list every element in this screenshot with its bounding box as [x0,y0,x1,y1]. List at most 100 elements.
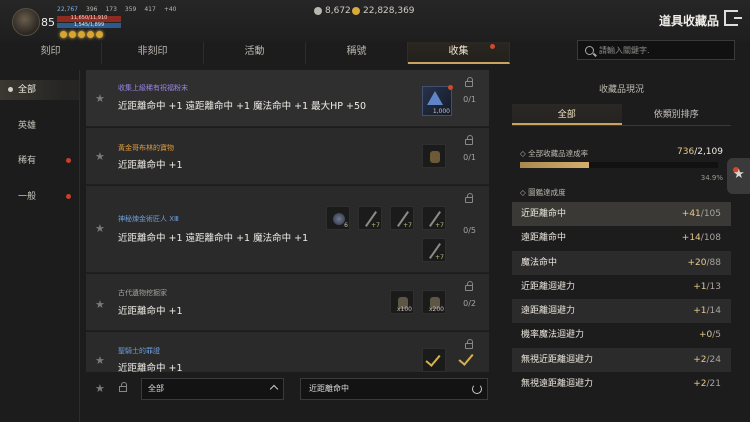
favorite-star-icon[interactable]: ★ [95,298,105,311]
buff-icon[interactable] [96,31,103,38]
tab-by-category[interactable]: 依類別排序 [622,104,732,125]
nav-label: 稀有 [18,156,37,166]
evidence-icon[interactable] [422,348,446,372]
section-label: ◇ 圖鑑達成度 [520,188,566,197]
tab-non-engraving[interactable]: 非刻印 [102,42,204,64]
collection-entry[interactable]: ★ 神秘煉金術匠人 XⅢ 近距離命中 +1 遠距離命中 +1 魔法命中 +1 6… [86,186,489,273]
entry-effect: 近距離命中 +1 [118,363,183,372]
stat-total: /108 [700,233,721,244]
lock-icon[interactable] [465,135,473,145]
weapon-icon[interactable]: +7 [422,206,446,230]
stat-total: /14 [706,306,721,317]
stat-gain: +2 [693,354,707,365]
goblin-treasure-icon[interactable] [422,144,446,168]
tab-engraving[interactable]: 刻印 [0,42,102,64]
achievement-progress-bar [520,162,718,168]
stat-line: 魔法命中 +20/88 [512,250,731,275]
favorite-star-icon[interactable]: ★ [95,222,105,235]
favorite-star-icon[interactable]: ★ [95,92,105,105]
achievement-percent: 34.9% [700,174,723,182]
section-label-text: 圖鑑達成度 [528,188,566,197]
relic-icon[interactable]: x200 [422,290,446,314]
dropdown-value: 全部 [148,384,164,393]
stat-value: +0/5 [699,323,721,347]
tab-label: 全部 [557,110,576,120]
entry-name: 聖騎士的罪證 [118,347,160,355]
tab-label: 非刻印 [137,46,168,57]
favorite-filter-star-icon[interactable]: ★ [95,382,105,395]
alchemy-orb-icon[interactable]: 6 [326,206,350,230]
collection-entry[interactable]: ★ 聖騎士的罪證 近距離命中 +1 [86,332,489,372]
buff-icon[interactable] [78,31,85,38]
achievement-label-text: 全部收藏品達成率 [528,149,589,158]
silver-coin-icon [314,7,322,15]
tab-all[interactable]: 全部 [512,104,622,125]
tab-title[interactable]: 稱號 [306,42,408,64]
lock-icon[interactable] [465,77,473,87]
lock-icon[interactable] [465,281,473,291]
lock-icon[interactable] [465,339,473,349]
mp-bar: 1,545/1,899 [57,22,121,28]
collection-entry[interactable]: ★ 古代遺物挖掘家 近距離命中 +1 x100 x200 0/2 [86,274,489,331]
rare-powder-icon[interactable]: 1,000 [422,85,453,116]
character-portrait[interactable] [12,8,40,36]
refresh-icon[interactable] [472,384,482,394]
tab-label: 稱號 [346,46,367,57]
collection-entry[interactable]: ★ 黃金哥布林的寶物 近距離命中 +1 0/1 [86,128,489,185]
collection-entry[interactable]: ★ 收集上級稀有祝福粉末 近距離命中 +1 遠距離命中 +1 魔法命中 +1 最… [86,70,489,127]
item-enchant: +7 [435,254,444,261]
top-bar: 85 22,767 396 173 359 417 +40 11,650/11,… [0,0,750,42]
tab-collection[interactable]: 收集 [408,42,510,64]
item-enchant: +7 [403,222,412,229]
tab-label: 收集 [448,46,469,57]
silver-amount: 8,672 [325,6,351,16]
stat-filter-field[interactable]: 近距離命中 [300,378,488,400]
grade-dropdown[interactable]: 全部 [141,378,284,400]
stat-value: 417 [144,6,156,13]
item-enchant: +7 [435,222,444,229]
stat-name: 遠距離迴避力 [521,306,576,317]
buff-icon[interactable] [69,31,76,38]
lock-icon[interactable] [465,193,473,203]
lock-filter-icon[interactable] [119,382,127,392]
stat-gain: +1 [693,306,707,317]
stat-value: +1/14 [693,299,721,323]
weapon-icon[interactable]: +7 [422,238,446,262]
favorites-side-tab[interactable]: ★ [727,158,750,194]
stat-value: 396 [86,6,98,13]
entry-name: 收集上級稀有祝福粉末 [118,84,188,92]
stat-name: 近距離迴避力 [521,281,576,292]
relic-icon[interactable]: x100 [390,290,414,314]
character-level: 85 [41,16,55,29]
stat-gain: +14 [681,233,701,244]
weapon-icon[interactable]: +7 [358,206,382,230]
tab-event[interactable]: 活動 [204,42,306,64]
search-box [577,40,735,60]
collection-list: ★ 收集上級稀有祝福粉末 近距離命中 +1 遠距離命中 +1 魔法命中 +1 最… [86,70,489,372]
favorite-star-icon[interactable]: ★ [95,354,105,367]
buff-icon[interactable] [60,31,67,38]
stat-value: 173 [105,6,117,13]
star-icon: ★ [733,167,745,182]
exit-icon[interactable] [724,10,742,26]
item-quantity: 1,000 [432,108,450,115]
achievement-value: 736/2,109 [677,147,723,157]
search-input[interactable] [599,45,729,55]
favorite-star-icon[interactable]: ★ [95,150,105,163]
nav-item-common[interactable]: 一般 [0,187,79,207]
nav-item-all[interactable]: 全部 [0,80,79,100]
window-title: 道具收藏品 [659,14,720,28]
registered-icon[interactable] [456,348,482,372]
stat-gain: +2 [693,379,707,390]
nav-item-rare[interactable]: 稀有 [0,151,79,171]
entry-effect: 近距離命中 +1 遠距離命中 +1 魔法命中 +1 [118,233,309,244]
buff-icon[interactable] [87,31,94,38]
nav-item-hero[interactable]: 英雄 [0,116,79,136]
achievement-progress-fill [520,162,590,168]
entry-progress: 0/2 [463,299,476,308]
search-icon[interactable] [585,45,594,55]
weapon-icon[interactable]: +7 [390,206,414,230]
category-tabs: 刻印 非刻印 活動 稱號 收集 [0,42,510,64]
stat-total: /24 [706,354,721,365]
stat-total: /105 [700,209,721,219]
